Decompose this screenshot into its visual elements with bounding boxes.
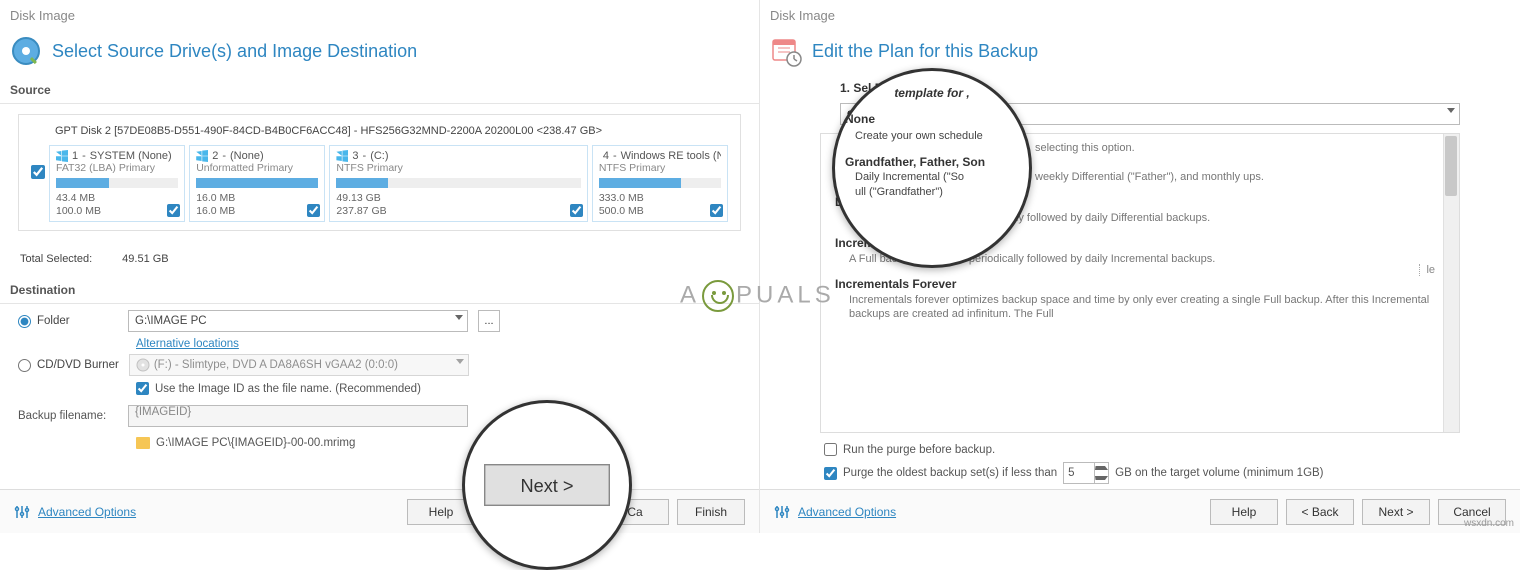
mag-item-none-sub: Create your own schedule [855,129,1019,144]
magnifier-template-dropdown: template for , None Create your own sche… [832,68,1032,268]
folder-radio-label[interactable]: Folder [18,315,118,328]
sliders-icon [14,504,30,520]
sliders-icon [774,504,790,520]
chevron-down-icon [1447,108,1455,113]
purge-gb-spinner[interactable]: 5 [1063,462,1109,484]
plan-desc: weekly Differential ("Father"), and mont… [1035,170,1445,185]
mag-item-gfs-sub: Daily Incremental ("So [855,170,1019,185]
chevron-down-icon [455,315,463,320]
partition-4[interactable]: 4 - Windows RE tools (None) NTFS Primary… [592,145,728,222]
alternative-locations-link[interactable]: Alternative locations [136,338,239,350]
source-section-label: Source [0,77,759,104]
purge-oldest-label-a: Purge the oldest backup set(s) if less t… [843,467,1057,479]
windows-icon [196,150,208,162]
browse-button[interactable]: ... [478,310,500,332]
burner-radio-label[interactable]: CD/DVD Burner [18,359,119,372]
credit: wsxdn.com [1464,518,1514,529]
disk-label: GPT Disk 2 [57DE08B5-D551-490F-84CD-B4B0… [55,125,728,137]
partition-2[interactable]: 2 - (None) Unformatted Primary 16.0 MB16… [189,145,325,222]
run-purge-checkbox[interactable] [824,443,837,456]
use-image-id-label: Use the Image ID as the file name. (Reco… [155,383,421,395]
result-path: G:\IMAGE PC\{IMAGEID}-00-00.mrimg [156,437,355,449]
scrollbar[interactable] [1443,134,1459,432]
purge-oldest-label-b: GB on the target volume (minimum 1GB) [1115,467,1323,479]
scrollbar-thumb[interactable] [1445,136,1457,196]
run-purge-label: Run the purge before backup. [843,444,995,456]
destination-section-label: Destination [0,277,759,304]
dotted-hint: le [1419,264,1435,276]
partition-checkbox[interactable] [307,204,320,217]
advanced-options-link[interactable]: Advanced Options [38,505,136,519]
mag-item-none: None [845,111,1019,127]
magnifier-next-button: Next > [462,400,632,570]
folder-icon [136,437,150,449]
advanced-options-link[interactable]: Advanced Options [798,505,896,519]
disk-checkbox[interactable] [31,165,45,179]
finish-button[interactable]: Finish [677,499,745,525]
page-title: Edit the Plan for this Backup [812,41,1038,62]
purge-oldest-checkbox[interactable] [824,467,837,480]
partition-checkbox[interactable] [710,204,723,217]
backup-filename-input: {IMAGEID} [128,405,468,427]
folder-path-combo[interactable]: G:\IMAGE PC [128,310,468,332]
use-image-id-checkbox[interactable] [136,382,149,395]
calendar-clock-icon [770,35,802,67]
window-title: Disk Image [760,0,1520,31]
source-disk-box: GPT Disk 2 [57DE08B5-D551-490F-84CD-B4B0… [18,114,741,231]
plan-desc: Incrementals forever optimizes backup sp… [849,293,1445,323]
chevron-down-icon [456,359,464,364]
backup-filename-label: Backup filename: [18,410,118,422]
burner-combo: (F:) - Slimtype, DVD A DA8A6SH vGAA2 (0:… [129,354,469,376]
page-title: Select Source Drive(s) and Image Destina… [52,41,417,62]
partition-name: SYSTEM (None) [90,150,172,162]
partition-checkbox[interactable] [167,204,180,217]
mag-item-gfs: Grandfather, Father, Son [845,154,1019,170]
windows-icon [336,150,348,162]
spin-down[interactable] [1094,473,1108,483]
mag-item-gfs-sub2: ull ("Grandfather") [855,185,1019,200]
partition-fs: FAT32 (LBA) Primary [56,162,178,174]
plan-title[interactable]: Incrementals Forever [835,277,1445,291]
partition-1[interactable]: 1 - SYSTEM (None) FAT32 (LBA) Primary 43… [49,145,185,222]
spin-up[interactable] [1094,463,1108,473]
windows-icon [56,150,68,162]
plan-hint: selecting this option. [1035,142,1445,154]
partition-3[interactable]: 3 - (C:) NTFS Primary 49.13 GB237.87 GB [329,145,587,222]
back-button[interactable]: < Back [1286,499,1354,525]
next-button[interactable]: Next > [1362,499,1430,525]
disk-image-icon [10,35,42,67]
folder-radio[interactable] [18,315,31,328]
next-button-zoom: Next > [484,464,610,506]
total-selected-value: 49.51 GB [122,253,168,265]
window-title: Disk Image [0,0,759,31]
help-button[interactable]: Help [1210,499,1278,525]
burner-radio[interactable] [18,359,31,372]
disc-icon [136,358,150,372]
partition-number: 1 [72,150,78,162]
partition-checkbox[interactable] [570,204,583,217]
total-selected-label: Total Selected: [20,253,92,265]
